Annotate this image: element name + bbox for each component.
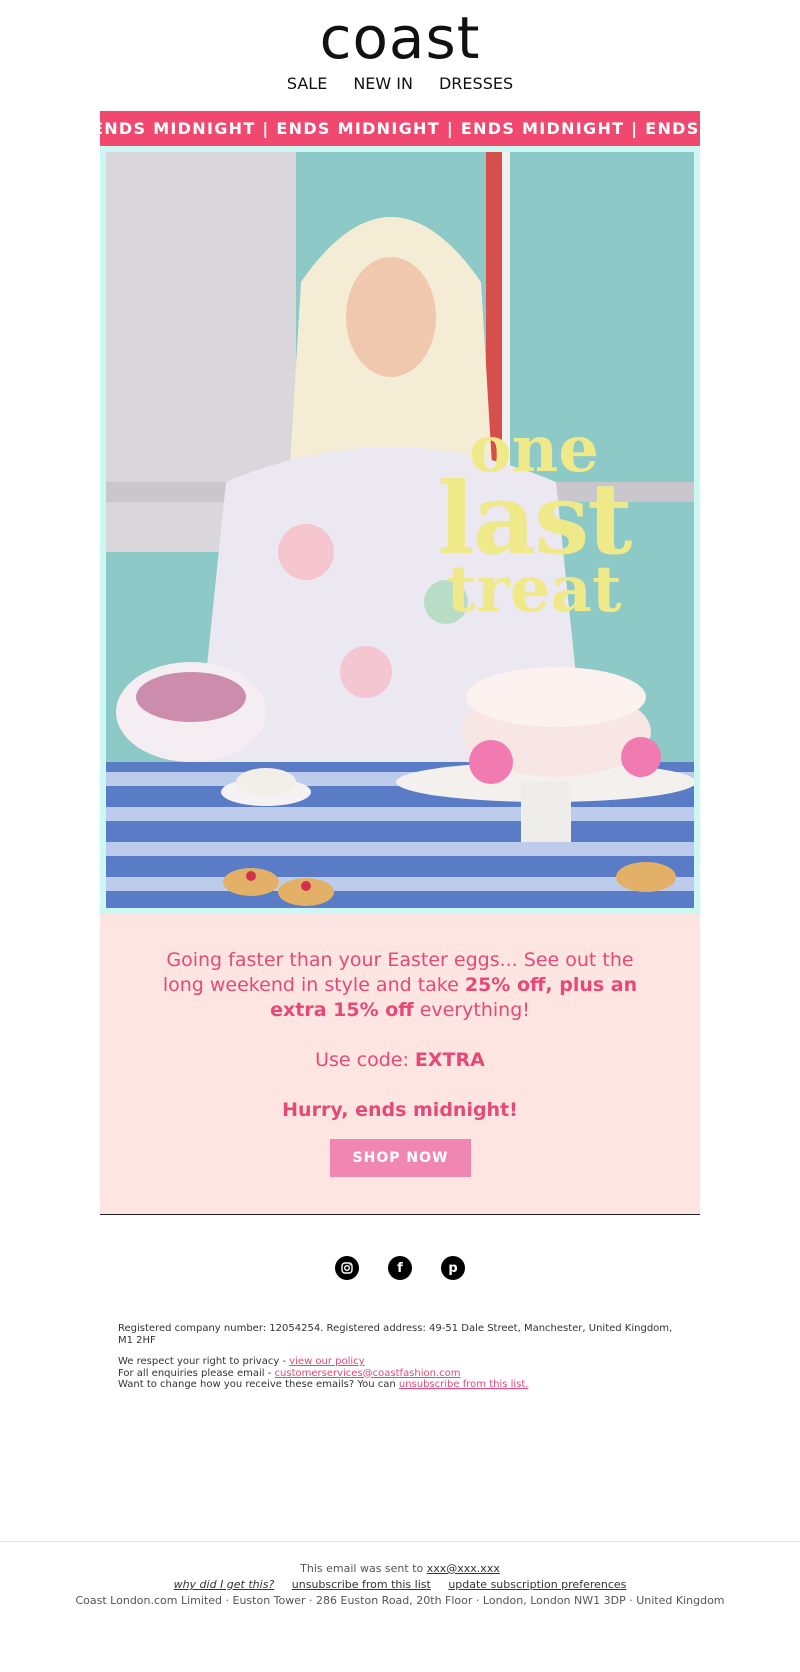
nav-item-sale[interactable]: SALE [287,74,327,93]
sent-to-line: This email was sent to xxx@xxx.xxx [0,1561,800,1577]
top-nav: SALE NEW IN DRESSES [100,74,700,93]
email-footer: This email was sent to xxx@xxx.xxx why d… [0,1561,800,1609]
unsubscribe-footer-link[interactable]: unsubscribe from this list [292,1578,431,1591]
facebook-icon[interactable]: f [388,1256,412,1280]
brand-logo[interactable]: coast [100,8,700,68]
legal-text: Registered company number: 12054254. Reg… [118,1323,683,1391]
update-preferences-link[interactable]: update subscription preferences [448,1578,626,1591]
promo-code: EXTRA [414,1049,485,1071]
promo-code-line: Use code: EXTRA [100,1049,700,1071]
banner-text: ENDS MIDNIGHT | ENDS MIDNIGHT | ENDS MID… [100,119,700,138]
unsubscribe-line: Want to change how you receive these ema… [118,1379,683,1391]
privacy-text: We respect your right to privacy - [118,1356,290,1367]
hero-headline: one last treat [404,418,664,622]
social-links: f p [100,1256,700,1280]
enquiry-line: For all enquiries please email - custome… [118,1368,683,1380]
pinterest-icon[interactable]: p [441,1256,465,1280]
customer-service-email-link[interactable]: customerservices@coastfashion.com [275,1368,461,1379]
promo-block: Going faster than your Easter eggs... Se… [100,914,700,1214]
hero-image[interactable]: one last treat [106,152,694,908]
ends-midnight-banner[interactable]: ENDS MIDNIGHT | ENDS MIDNIGHT | ENDS MID… [100,111,700,146]
registered-info: Registered company number: 12054254. Reg… [118,1323,673,1346]
privacy-policy-link[interactable]: view our policy [289,1356,364,1367]
promo-body-end: everything! [413,999,530,1021]
headline-last: last [437,462,632,577]
hero-frame[interactable]: one last treat [100,146,700,914]
instagram-icon[interactable] [335,1256,359,1280]
company-address: Coast London.com Limited · Euston Tower … [75,1594,725,1607]
recipient-email-link[interactable]: xxx@xxx.xxx [427,1562,500,1575]
footer-links: why did I get this? unsubscribe from thi… [0,1577,800,1593]
nav-item-dresses[interactable]: DRESSES [439,74,513,93]
shop-now-button[interactable]: SHOP NOW [330,1139,471,1177]
footer-divider [0,1541,800,1542]
enquiry-text: For all enquiries please email - [118,1367,275,1379]
code-label: Use code: [315,1049,415,1071]
why-did-i-get-this-link[interactable]: why did I get this? [174,1578,275,1591]
divider [100,1214,700,1215]
privacy-line: We respect your right to privacy - view … [118,1356,683,1368]
promo-body: Going faster than your Easter eggs... Se… [150,948,650,1023]
unsubscribe-link[interactable]: unsubscribe from this list. [399,1379,529,1390]
sent-to-text: This email was sent to [300,1562,427,1575]
nav-item-new-in[interactable]: NEW IN [353,74,413,93]
unsubscribe-text: Want to change how you receive these ema… [118,1379,399,1390]
hurry-text: Hurry, ends midnight! [282,1099,518,1121]
